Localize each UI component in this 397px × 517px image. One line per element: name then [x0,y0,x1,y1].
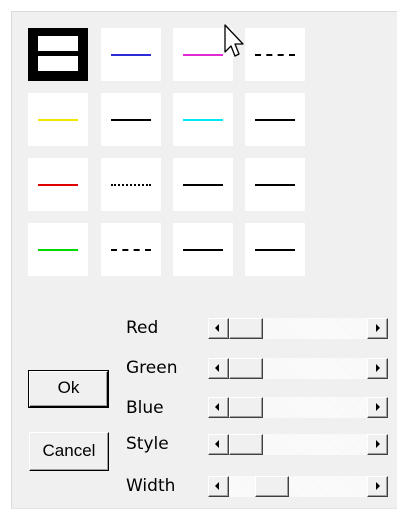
green-scroll-thumb[interactable] [229,358,263,379]
left-arrow-icon [215,364,219,372]
left-arrow-icon [215,440,219,448]
swatch-12-line [38,249,78,251]
green-scrollbar[interactable] [208,358,388,379]
blue-scroll-right-button[interactable] [367,397,388,418]
green-scroll-right-button[interactable] [367,358,388,379]
swatch-12[interactable] [28,223,88,276]
width-scrollbar[interactable] [208,476,388,497]
style-scroll-right-button[interactable] [367,434,388,455]
right-arrow-icon [376,403,380,411]
green-scroll-left-button[interactable] [208,358,229,379]
swatch-14[interactable] [173,223,233,276]
style-scroll-thumb[interactable] [229,434,263,455]
swatch-2-line [183,54,223,56]
red-scroll-left-button[interactable] [208,318,229,339]
swatch-15-line [255,249,295,251]
cancel-button[interactable]: Cancel [29,432,109,471]
swatch-8-line [38,184,78,186]
right-arrow-icon [376,324,380,332]
red-label: Red [126,318,159,338]
swatch-0-inner [38,36,78,71]
red-scrollbar[interactable] [208,318,388,339]
swatch-8[interactable] [28,158,88,211]
swatch-3[interactable] [245,28,305,81]
swatch-6[interactable] [173,93,233,146]
right-arrow-icon [376,364,380,372]
red-scroll-thumb[interactable] [229,318,263,339]
green-label: Green [126,358,178,378]
swatch-9[interactable] [101,158,161,211]
swatch-1-line [111,54,151,56]
swatch-11[interactable] [245,158,305,211]
swatch-3-line [255,54,295,56]
red-scroll-right-button[interactable] [367,318,388,339]
swatch-13-line [111,249,151,251]
line-style-dialog: Red Green Blue Style Width Ok Cancel [11,11,397,509]
right-arrow-icon [376,482,380,490]
blue-scroll-thumb[interactable] [229,397,263,418]
left-arrow-icon [215,403,219,411]
swatch-15[interactable] [245,223,305,276]
mouse-pointer-icon [224,24,244,57]
right-arrow-icon [376,440,380,448]
blue-label: Blue [126,398,164,418]
style-label: Style [126,434,169,454]
swatch-7[interactable] [245,93,305,146]
left-arrow-icon [215,482,219,490]
swatch-9-line [111,184,151,186]
swatch-0[interactable] [28,28,88,81]
width-scroll-right-button[interactable] [367,476,388,497]
swatch-6-line [183,119,223,121]
width-label: Width [126,476,176,496]
width-scroll-left-button[interactable] [208,476,229,497]
swatch-1[interactable] [101,28,161,81]
style-scroll-left-button[interactable] [208,434,229,455]
width-scroll-thumb[interactable] [255,476,289,497]
swatch-4-line [38,119,78,121]
swatch-4[interactable] [28,93,88,146]
ok-button[interactable]: Ok [29,371,108,407]
swatch-10-line [183,184,223,186]
swatch-11-line [255,184,295,186]
swatch-5[interactable] [101,93,161,146]
left-arrow-icon [215,324,219,332]
swatch-7-line [255,119,295,121]
blue-scrollbar[interactable] [208,397,388,418]
swatch-0-bar [38,51,78,56]
swatch-14-line [183,249,223,251]
swatch-5-line [111,119,151,121]
blue-scroll-left-button[interactable] [208,397,229,418]
swatch-10[interactable] [173,158,233,211]
style-scrollbar[interactable] [208,434,388,455]
swatch-13[interactable] [101,223,161,276]
